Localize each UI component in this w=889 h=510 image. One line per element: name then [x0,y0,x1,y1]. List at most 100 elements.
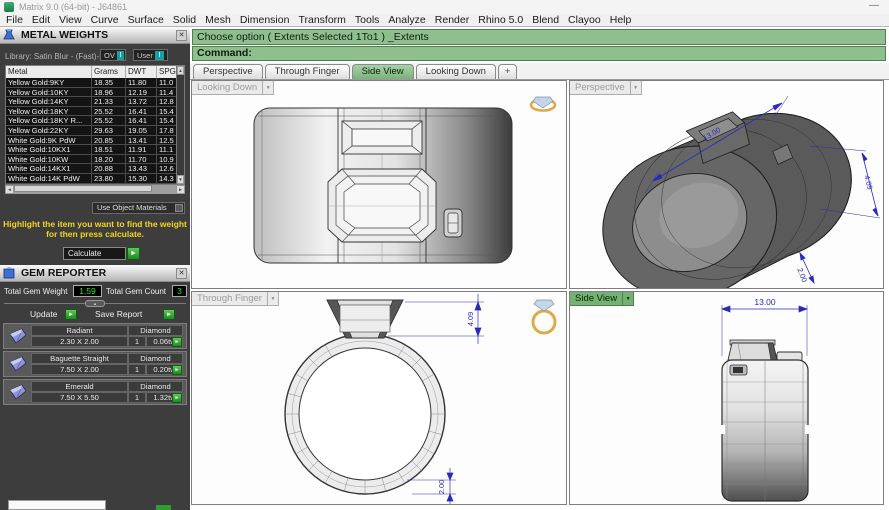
viewport-label-perspective[interactable]: Perspective ▼ [570,81,642,95]
title-bar: Matrix 9.0 (64-bit) - J64861 — [0,0,889,14]
materials-dropdown-value: Use Object Materials [97,203,167,212]
gem-row-radiant[interactable]: Radiant Diamond 2.30 X 2.00 1 0.06tw ► [3,323,187,349]
menu-curve[interactable]: Curve [91,14,119,26]
menu-render[interactable]: Render [435,14,469,26]
menu-dimension[interactable]: Dimension [240,14,290,26]
viewport-label-text: Perspective [570,81,631,95]
tab-looking-down[interactable]: Looking Down [416,64,496,79]
table-row[interactable]: Yellow Gold:9KY18.3511.8011.0 [6,78,184,88]
menu-surface[interactable]: Surface [128,14,164,26]
table-row[interactable]: Yellow Gold:18KY R...25.5216.4115.4 [6,116,184,126]
total-gem-count-label: Total Gem Count [106,287,166,296]
calculate-hint: Highlight the item you want to find the … [0,219,190,239]
viewport-label-through-finger[interactable]: Through Finger ▼ [192,292,279,306]
gem-go-icon[interactable]: ► [172,337,182,347]
scroll-down-icon[interactable]: ▼ [177,175,184,184]
gem-reporter-close-icon[interactable]: ✕ [176,268,187,279]
minimize-button[interactable]: — [869,0,879,11]
tab-perspective[interactable]: Perspective [193,64,263,79]
tab-through-finger[interactable]: Through Finger [265,64,350,79]
table-row[interactable]: White Gold:14K PdW23.8015.3014.3 [6,174,184,184]
table-row[interactable]: Yellow Gold:10KY18.9612.1911.4 [6,88,184,98]
total-gem-count-value: 3 [172,285,187,297]
vertical-scrollbar[interactable]: ▲ ▼ [176,66,184,184]
gem-reporter-icon [2,266,16,280]
menu-tools[interactable]: Tools [355,14,380,26]
viewport-dropdown-icon[interactable]: ▼ [268,292,279,306]
col-spg: SPG [157,66,178,78]
scroll-up-icon[interactable]: ▲ [177,66,184,75]
menu-view[interactable]: View [59,14,82,26]
menu-analyze[interactable]: Analyze [388,14,425,26]
viewport-dropdown-icon[interactable]: ▼ [623,292,634,306]
gold-ring-side-icon [533,300,555,333]
main-area: Choose option ( Extents Selected 1To1 ) … [190,27,889,510]
gem-count: 1 [128,392,146,403]
horizontal-scrollbar[interactable]: ◄ ► [5,185,185,194]
calculate-go-icon[interactable]: ► [127,247,140,260]
gem-size: 7.50 X 5.50 [31,392,128,403]
gem-go-icon[interactable]: ► [172,365,182,375]
scroll-right-icon[interactable]: ► [176,185,185,194]
metal-weights-table: Metal Grams DWT SPG Yellow Gold:9KY18.35… [5,65,185,185]
gem-icon [5,353,31,375]
update-button[interactable]: Update [30,309,57,319]
viewport-label-side-view[interactable]: Side View ▼ [570,292,634,306]
viewport-dropdown-icon[interactable]: ▼ [263,81,274,95]
gem-type: Diamond [128,325,183,336]
viewport-side-view[interactable]: Side View ▼ [569,291,884,505]
viewport-perspective[interactable]: Perspective ▼ [569,80,884,289]
viewport-label-text: Through Finger [192,292,268,306]
table-row[interactable]: Yellow Gold:18KY25.5216.4115.4 [6,107,184,117]
svg-text:4.09: 4.09 [466,312,475,327]
scroll-left-icon[interactable]: ◄ [5,185,14,194]
gem-size: 2.30 X 2.00 [31,336,128,347]
collapse-handle[interactable]: ▲ [85,300,105,307]
col-grams: Grams [92,66,126,78]
table-row[interactable]: Yellow Gold:22KY29.6319.0517.8 [6,126,184,136]
table-row[interactable]: White Gold:14KX120.8813.4312.6 [6,164,184,174]
table-row[interactable]: White Gold:10KW18.2011.7010.9 [6,155,184,165]
viewport-label-text: Side View [570,292,623,306]
ov-toggle[interactable]: OV I [100,49,126,61]
table-row[interactable]: White Gold:10KX118.5111.9111.1 [6,145,184,155]
menu-clayoo[interactable]: Clayoo [568,14,601,26]
svg-text:13.00: 13.00 [754,297,776,307]
update-go-icon[interactable]: ► [65,309,77,320]
menu-solid[interactable]: Solid [173,14,196,26]
menu-help[interactable]: Help [610,14,632,26]
metal-weights-close-icon[interactable]: ✕ [176,30,187,41]
viewport-looking-down[interactable]: Looking Down ▼ [191,80,567,289]
gem-reporter-header: GEM REPORTER ✕ [0,265,190,282]
gem-row-baguette[interactable]: Baguette Straight Diamond 7.50 X 2.00 1 … [3,351,187,377]
gem-shape: Baguette Straight [31,353,128,364]
table-row[interactable]: Yellow Gold:14KY21.3313.7212.8 [6,97,184,107]
bottom-dropdown-partial[interactable] [8,500,106,510]
viewport-through-finger[interactable]: Through Finger ▼ [191,291,567,505]
command-input[interactable]: Command: [192,46,886,61]
menu-rhino[interactable]: Rhino 5.0 [478,14,523,26]
metal-weights-header: METAL WEIGHTS ✕ [0,27,190,44]
materials-dropdown[interactable]: Use Object Materials [92,202,185,214]
menu-file[interactable]: File [6,14,23,26]
metal-weights-icon [2,28,16,42]
save-report-button[interactable]: Save Report [95,309,142,319]
total-gem-weight-label: Total Gem Weight [4,287,67,296]
save-report-go-icon[interactable]: ► [163,309,175,320]
user-toggle[interactable]: User I [133,49,168,61]
menu-edit[interactable]: Edit [32,14,50,26]
calculate-button[interactable]: Calculate [63,247,126,260]
menu-transform[interactable]: Transform [298,14,345,26]
viewport-dropdown-icon[interactable]: ▼ [631,81,642,95]
gem-row-emerald[interactable]: Emerald Diamond 7.50 X 5.50 1 1.32tw ► [3,379,187,405]
gem-reporter-title: GEM REPORTER [21,267,106,279]
table-row[interactable]: White Gold:9K PdW20.8513.4112.5 [6,136,184,146]
svg-text:4.09: 4.09 [862,174,874,190]
viewport-label-looking-down[interactable]: Looking Down ▼ [192,81,274,95]
scrollbar-thumb[interactable] [14,185,152,192]
tab-side-view[interactable]: Side View [352,64,414,79]
menu-blend[interactable]: Blend [532,14,559,26]
tab-add[interactable]: + [498,64,518,79]
menu-mesh[interactable]: Mesh [205,14,231,26]
gem-go-icon[interactable]: ► [172,393,182,403]
